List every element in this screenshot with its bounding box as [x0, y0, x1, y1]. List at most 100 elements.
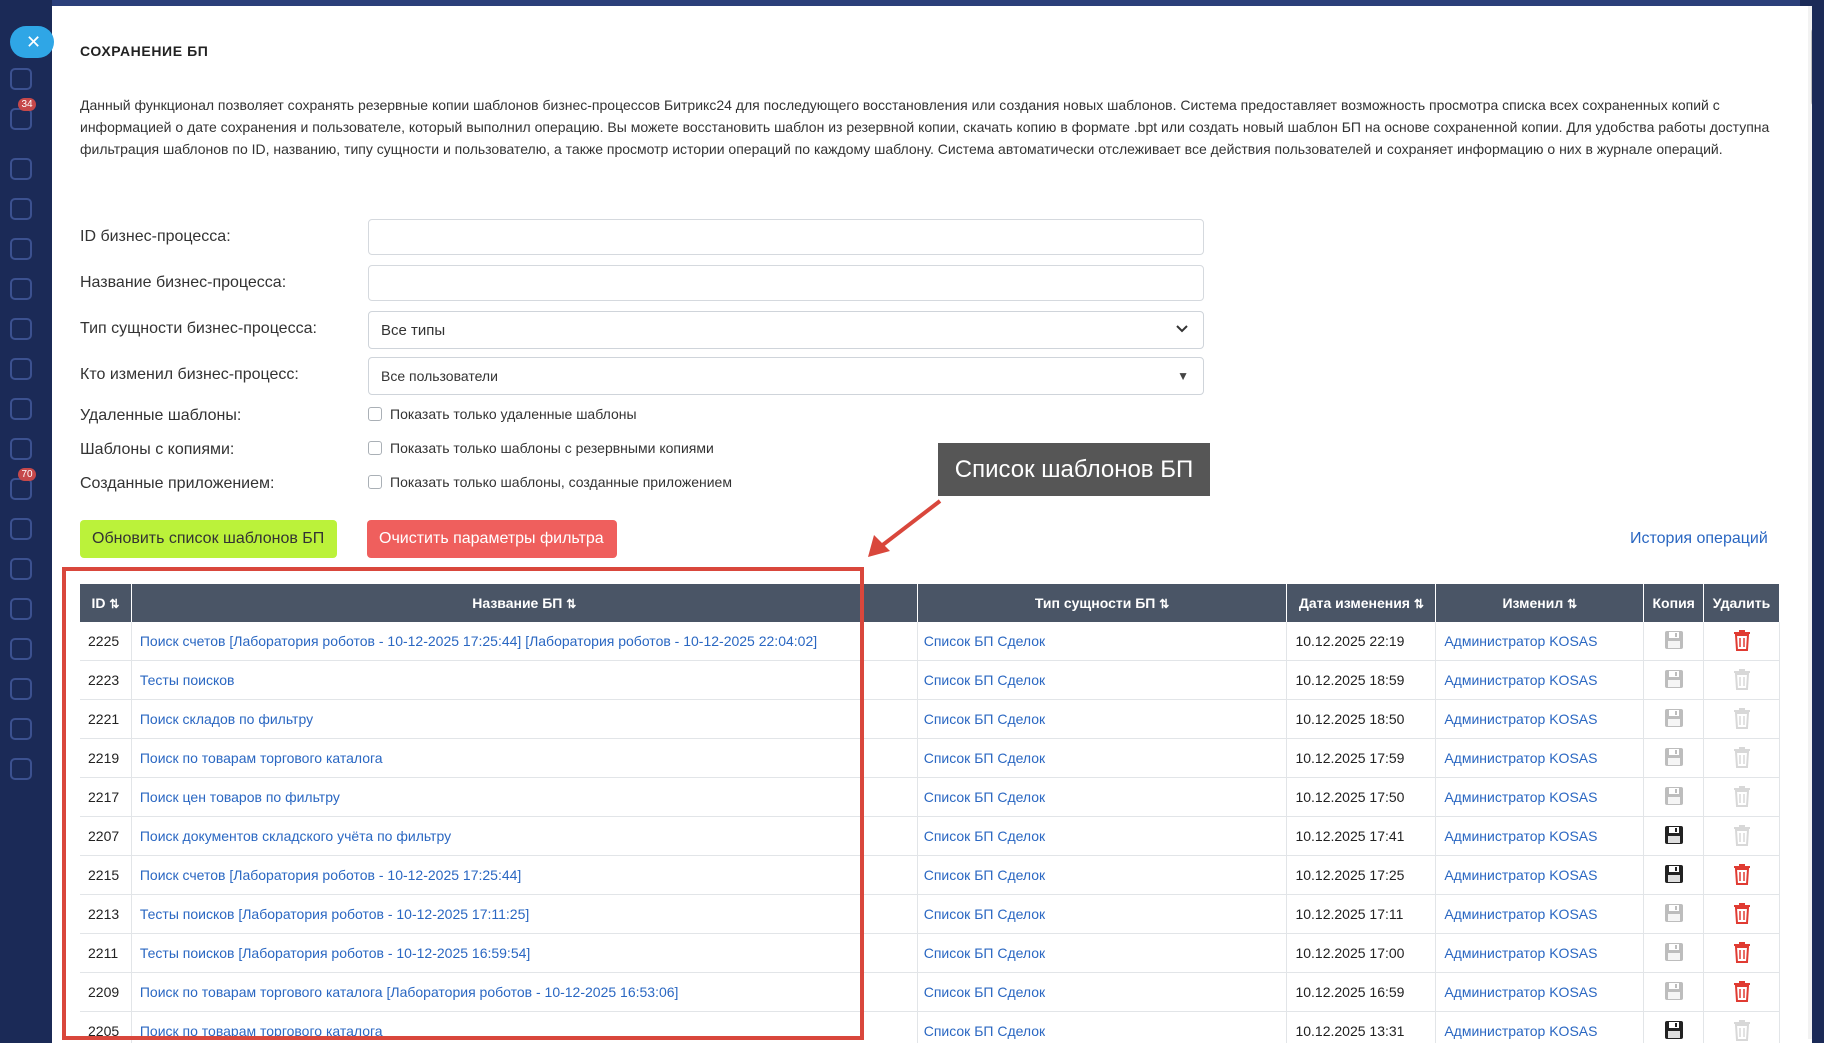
- col-date-header[interactable]: Дата изменения ⇅: [1286, 584, 1437, 622]
- bp-name-link[interactable]: Тесты поисков [Лаборатория роботов - 10-…: [140, 945, 530, 961]
- bp-name-link[interactable]: Тесты поисков [Лаборатория роботов - 10-…: [140, 906, 529, 922]
- close-slider-button[interactable]: ✕: [10, 26, 54, 58]
- entity-type-link[interactable]: Список БП Сделок: [924, 789, 1045, 805]
- clear-filter-button[interactable]: Очистить параметры фильтра: [367, 520, 617, 558]
- trash-icon[interactable]: [1732, 629, 1752, 651]
- cell-copy: [1643, 699, 1704, 739]
- cell-name: Поиск цен товаров по фильтру: [131, 777, 918, 817]
- user-filter-select[interactable]: Все пользователи ▼: [368, 357, 1204, 395]
- trash-icon[interactable]: [1732, 746, 1752, 768]
- trash-icon[interactable]: [1732, 785, 1752, 807]
- bp-name-link[interactable]: Поиск складов по фильтру: [140, 711, 313, 727]
- floppy-disk-icon[interactable]: [1664, 981, 1684, 1001]
- cell-copy: [1643, 933, 1704, 973]
- entity-type-link[interactable]: Список БП Сделок: [924, 828, 1045, 844]
- user-link[interactable]: Администратор KOSAS: [1444, 828, 1597, 844]
- trash-icon[interactable]: [1732, 668, 1752, 690]
- cell-date: 10.12.2025 17:50: [1286, 777, 1437, 817]
- trash-icon[interactable]: [1732, 863, 1752, 885]
- entity-type-select[interactable]: Все типы: [368, 311, 1204, 349]
- deleted-checkbox[interactable]: [368, 407, 382, 421]
- col-id-header[interactable]: ID ⇅: [80, 584, 132, 622]
- refresh-list-button[interactable]: Обновить список шаблонов БП: [80, 520, 337, 558]
- user-link[interactable]: Администратор KOSAS: [1444, 867, 1597, 883]
- user-link[interactable]: Администратор KOSAS: [1444, 711, 1597, 727]
- trash-icon[interactable]: [1732, 1019, 1752, 1041]
- table-row: 2207 Поиск документов складского учёта по…: [80, 816, 1780, 856]
- app-checkbox-label: Показать только шаблоны, созданные прило…: [390, 474, 732, 490]
- user-link[interactable]: Администратор KOSAS: [1444, 789, 1597, 805]
- user-link[interactable]: Администратор KOSAS: [1444, 945, 1597, 961]
- copies-checkbox[interactable]: [368, 441, 382, 455]
- app-checkbox-row[interactable]: Показать только шаблоны, созданные прило…: [368, 474, 732, 490]
- trash-icon[interactable]: [1732, 824, 1752, 846]
- entity-type-link[interactable]: Список БП Сделок: [924, 945, 1045, 961]
- floppy-disk-icon[interactable]: [1664, 864, 1684, 884]
- entity-type-link[interactable]: Список БП Сделок: [924, 711, 1045, 727]
- floppy-disk-icon[interactable]: [1664, 786, 1684, 806]
- floppy-disk-icon[interactable]: [1664, 669, 1684, 689]
- cell-date: 10.12.2025 17:25: [1286, 855, 1437, 895]
- name-filter-label: Название бизнес-процесса:: [80, 274, 287, 291]
- copies-checkbox-row[interactable]: Показать только шаблоны с резервными коп…: [368, 440, 714, 456]
- user-link[interactable]: Администратор KOSAS: [1444, 984, 1597, 1000]
- bp-name-link[interactable]: Поиск счетов [Лаборатория роботов - 10-1…: [140, 867, 521, 883]
- user-link[interactable]: Администратор KOSAS: [1444, 1023, 1597, 1039]
- entity-type-link[interactable]: Список БП Сделок: [924, 750, 1045, 766]
- app-checkbox[interactable]: [368, 475, 382, 489]
- bp-name-link[interactable]: Поиск по товарам торгового каталога: [140, 1023, 383, 1039]
- entity-type-link[interactable]: Список БП Сделок: [924, 867, 1045, 883]
- entity-type-link[interactable]: Список БП Сделок: [924, 906, 1045, 922]
- cell-copy: [1643, 1011, 1704, 1043]
- floppy-disk-icon[interactable]: [1664, 825, 1684, 845]
- cell-name: Поиск документов складского учёта по фил…: [131, 816, 918, 856]
- user-link[interactable]: Администратор KOSAS: [1444, 906, 1597, 922]
- cell-delete: [1703, 777, 1780, 817]
- cell-copy: [1643, 738, 1704, 778]
- sort-icon: ⇅: [1159, 597, 1170, 611]
- floppy-disk-icon[interactable]: [1664, 942, 1684, 962]
- bp-name-link[interactable]: Поиск документов складского учёта по фил…: [140, 828, 451, 844]
- bp-name-link[interactable]: Поиск счетов [Лаборатория роботов - 10-1…: [140, 633, 817, 649]
- floppy-disk-icon[interactable]: [1664, 1020, 1684, 1040]
- id-filter-input[interactable]: [368, 219, 1204, 255]
- bp-name-link[interactable]: Поиск по товарам торгового каталога [Лаб…: [140, 984, 679, 1000]
- sort-icon: ⇅: [566, 597, 577, 611]
- user-link[interactable]: Администратор KOSAS: [1444, 672, 1597, 688]
- user-link[interactable]: Администратор KOSAS: [1444, 750, 1597, 766]
- app-created-label: Созданные приложением:: [80, 475, 275, 492]
- cell-date: 10.12.2025 18:59: [1286, 660, 1437, 700]
- entity-type-link[interactable]: Список БП Сделок: [924, 672, 1045, 688]
- cell-date: 10.12.2025 13:31: [1286, 1011, 1437, 1043]
- entity-type-link[interactable]: Список БП Сделок: [924, 1023, 1045, 1039]
- trash-icon[interactable]: [1732, 707, 1752, 729]
- scrollbar[interactable]: [1808, 6, 1812, 1039]
- name-filter-input[interactable]: [368, 265, 1204, 301]
- trash-icon[interactable]: [1732, 980, 1752, 1002]
- col-user-header[interactable]: Изменил ⇅: [1435, 584, 1645, 622]
- col-name-header[interactable]: Название БП ⇅: [131, 584, 918, 622]
- scrollbar-thumb[interactable]: [1811, 28, 1812, 106]
- cell-date: 10.12.2025 17:11: [1286, 894, 1437, 934]
- user-link[interactable]: Администратор KOSAS: [1444, 633, 1597, 649]
- cell-user: Администратор KOSAS: [1435, 777, 1645, 817]
- col-type-header[interactable]: Тип сущности БП ⇅: [917, 584, 1288, 622]
- bp-name-link[interactable]: Поиск по товарам торгового каталога: [140, 750, 383, 766]
- floppy-disk-icon[interactable]: [1664, 630, 1684, 650]
- table-header-row: ID ⇅ Название БП ⇅ Тип сущности БП ⇅ Дат…: [80, 584, 1780, 622]
- cell-id: 2211: [80, 933, 132, 973]
- floppy-disk-icon[interactable]: [1664, 708, 1684, 728]
- cell-delete: [1703, 738, 1780, 778]
- bp-name-link[interactable]: Поиск цен товаров по фильтру: [140, 789, 340, 805]
- trash-icon[interactable]: [1732, 902, 1752, 924]
- floppy-disk-icon[interactable]: [1664, 747, 1684, 767]
- trash-icon[interactable]: [1732, 941, 1752, 963]
- user-filter-label: Кто изменил бизнес-процесс:: [80, 366, 299, 383]
- history-link[interactable]: История операций: [1630, 530, 1768, 548]
- deleted-checkbox-row[interactable]: Показать только удаленные шаблоны: [368, 406, 637, 422]
- entity-type-link[interactable]: Список БП Сделок: [924, 984, 1045, 1000]
- floppy-disk-icon[interactable]: [1664, 903, 1684, 923]
- bp-name-link[interactable]: Тесты поисков: [140, 672, 235, 688]
- table-row: 2221 Поиск складов по фильтру Список БП Сд…: [80, 699, 1780, 739]
- entity-type-link[interactable]: Список БП Сделок: [924, 633, 1045, 649]
